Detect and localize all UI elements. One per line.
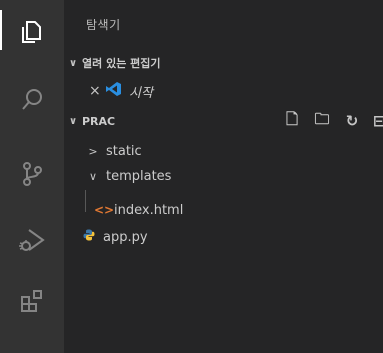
python-file-icon <box>83 229 99 245</box>
activity-bar <box>0 0 64 353</box>
refresh-icon[interactable]: ↻ <box>343 112 361 130</box>
source-control-icon[interactable] <box>0 146 64 202</box>
tree-item-templates[interactable]: ∨ templates <box>64 165 383 187</box>
tree-item-app-py[interactable]: app.py <box>64 226 383 248</box>
tree-item-label: templates <box>106 168 172 184</box>
chevron-down-icon: ∨ <box>68 57 78 69</box>
tree-item-static[interactable]: > static <box>64 140 383 162</box>
close-icon[interactable]: × <box>89 83 101 99</box>
search-icon[interactable] <box>0 72 64 128</box>
tree-item-index-html[interactable]: <> index.html <box>64 199 383 221</box>
tree-item-label: static <box>106 143 142 159</box>
vscode-logo-icon <box>105 81 121 101</box>
explorer-icon[interactable] <box>0 4 64 60</box>
open-editors-header[interactable]: ∨ 열려 있는 편집기 <box>64 52 383 74</box>
workspace-actions: 🗋 🗀 ↻ ⊟ <box>283 110 383 132</box>
run-debug-icon[interactable] <box>0 212 64 268</box>
tree-item-label: index.html <box>114 202 184 218</box>
workspace-label: PRAC <box>82 114 116 128</box>
start-tab-label: 시작 <box>129 85 153 101</box>
chevron-right-icon: > <box>88 144 98 158</box>
new-file-icon[interactable]: 🗋 <box>283 109 301 134</box>
collapse-icon[interactable]: ⊟ <box>373 112 383 130</box>
open-editors-label: 열려 있는 편집기 <box>82 57 161 70</box>
tree-item-label: app.py <box>103 229 148 245</box>
extensions-icon[interactable] <box>0 273 64 329</box>
sidebar-title: 탐색기 <box>86 18 121 32</box>
html-file-icon: <> <box>94 203 115 217</box>
open-editor-item[interactable]: × 시작 <box>64 80 383 102</box>
workspace-header[interactable]: ∨ PRAC 🗋 🗀 ↻ ⊟ <box>64 110 383 132</box>
new-folder-icon[interactable]: 🗀 <box>313 109 331 134</box>
chevron-down-icon: ∨ <box>68 115 78 127</box>
explorer-sidebar: 탐색기 ∨ 열려 있는 편집기 × 시작 ∨ PRAC 🗋 🗀 ↻ ⊟ > st… <box>64 0 383 353</box>
chevron-down-icon: ∨ <box>88 169 98 183</box>
